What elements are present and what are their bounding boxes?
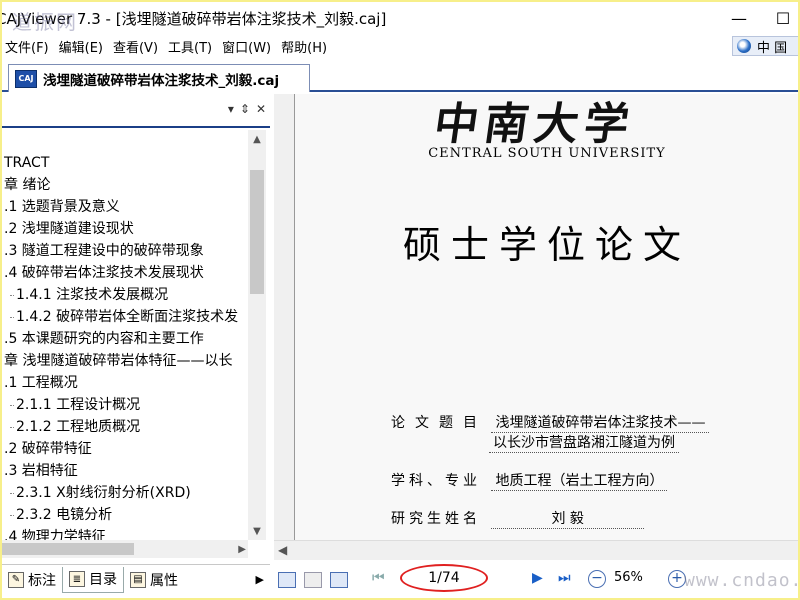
toc-item[interactable]: .1 工程概况 (2, 372, 248, 394)
tab-label: 属性 (150, 572, 178, 589)
toc-item[interactable]: .4 物理力学特征 (2, 526, 248, 540)
app-window: CAJViewer 7.3 - [浅埋隧道破碎带岩体注浆技术_刘毅.caj] 道… (2, 2, 798, 598)
document-view[interactable]: 中南大学 CENTRAL SOUTH UNIVERSITY 硕士学位论文 论文题… (274, 94, 798, 540)
field-label: 研究生姓名 (391, 511, 481, 527)
scroll-left-icon[interactable]: ◀ (278, 543, 287, 557)
globe-icon (737, 39, 751, 53)
university-name-en: CENTRAL SOUTH UNIVERSITY (428, 146, 666, 161)
toc-horizontal-scrollbar[interactable]: ▶ (2, 540, 248, 558)
language-label: 中 国 (757, 40, 788, 56)
field-value: 地质工程（岩土工程方向） (491, 470, 668, 491)
tab-properties[interactable]: ▤ 属性 (124, 567, 184, 593)
toc-item[interactable]: 1.4.1 注浆技术发展概况 (2, 284, 248, 306)
menu-file[interactable]: 文件(F) (2, 37, 54, 56)
document-tab[interactable]: CAJ 浅埋隧道破碎带岩体注浆技术_刘毅.caj (8, 64, 310, 92)
page-number-field[interactable]: 1/74 (400, 564, 488, 592)
menu-tools[interactable]: 工具(T) (163, 37, 217, 56)
panel-pin-icon[interactable]: ⇕ (240, 102, 250, 116)
tab-label: 目录 (89, 572, 117, 588)
document-page: 中南大学 CENTRAL SOUTH UNIVERSITY 硕士学位论文 论文题… (294, 94, 798, 540)
toc-item[interactable]: .1 选题背景及意义 (2, 196, 248, 218)
panel-header: ▾ ⇕ ✕ (2, 94, 270, 128)
major-row: 学科、专业 地质工程（岩土工程方向） (391, 470, 668, 491)
menu-edit[interactable]: 编辑(E) (54, 37, 108, 56)
toc-item[interactable]: TRACT (2, 152, 248, 174)
panel-tabs: ✎ 标注 ≣ 目录 ▤ 属性 ▶ (2, 564, 270, 594)
toc-item[interactable]: 1.4.2 破碎带岩体全断面注浆技术发 (2, 306, 248, 328)
language-button[interactable]: 中 国 (732, 36, 798, 56)
menu-bar: 文件(F) 编辑(E) 查看(V) 工具(T) 窗口(W) 帮助(H) 中 国 (2, 34, 798, 58)
single-page-view-icon[interactable] (278, 572, 296, 588)
menu-view[interactable]: 查看(V) (108, 37, 163, 56)
scroll-right-icon[interactable]: ▶ (238, 540, 246, 558)
thesis-type: 硕士学位论文 (402, 223, 691, 267)
menu-window[interactable]: 窗口(W) (217, 37, 276, 56)
tab-contents[interactable]: ≣ 目录 (62, 566, 124, 593)
next-page-icon[interactable]: ▶ (532, 570, 543, 586)
document-tab-label: 浅埋隧道破碎带岩体注浆技术_刘毅.caj (43, 72, 280, 89)
panel-close-icon[interactable]: ✕ (256, 102, 266, 116)
caj-file-icon: CAJ (15, 69, 37, 88)
pencil-icon: ✎ (8, 571, 24, 588)
first-page-icon[interactable]: ⏮ (372, 570, 385, 586)
toc-item[interactable]: .2 破碎带特征 (2, 438, 248, 460)
panel-tabs-arrow-icon[interactable]: ▶ (256, 573, 264, 586)
toc-item[interactable]: .2 浅埋隧道建设现状 (2, 218, 248, 240)
toc-item[interactable]: 2.3.2 电镜分析 (2, 504, 248, 526)
table-of-contents: TRACT 章 绪论 .1 选题背景及意义 .2 浅埋隧道建设现状 .3 隧道工… (2, 152, 248, 540)
author-row: 研究生姓名 刘 毅 (391, 508, 644, 529)
zoom-out-icon[interactable]: − (588, 570, 606, 588)
toc-item[interactable]: .3 隧道工程建设中的破碎带现象 (2, 240, 248, 262)
field-value: 刘 毅 (491, 508, 644, 529)
last-page-icon[interactable]: ⏭ (558, 570, 571, 586)
toc-item[interactable]: 2.3.1 X射线衍射分析(XRD) (2, 482, 248, 504)
continuous-view-icon[interactable] (304, 572, 322, 588)
minimize-icon[interactable]: — (716, 2, 762, 34)
scroll-up-icon[interactable]: ▲ (248, 130, 266, 148)
field-value: 浅埋隧道破碎带岩体注浆技术—— (491, 412, 710, 433)
zoom-level[interactable]: 56% (614, 570, 643, 585)
thesis-title-row-2: 以长沙市营盘路湘江隧道为例 (489, 432, 679, 453)
document-tab-strip: CAJ 浅埋隧道破碎带岩体注浆技术_刘毅.caj (2, 58, 798, 92)
scroll-down-icon[interactable]: ▼ (248, 522, 266, 540)
toc-item[interactable]: .5 本课题研究的内容和主要工作 (2, 328, 248, 350)
field-label: 论文题目 (391, 415, 487, 431)
university-logo: 中南大学 (430, 99, 638, 150)
document-horizontal-scrollbar[interactable]: ◀ (274, 540, 798, 560)
field-value: 以长沙市营盘路湘江隧道为例 (489, 432, 679, 453)
watermark-top: 道振网 (12, 10, 78, 34)
toc-item[interactable]: .4 破碎带岩体注浆技术发展现状 (2, 262, 248, 284)
navigation-panel: ▾ ⇕ ✕ TRACT 章 绪论 .1 选题背景及意义 .2 浅埋隧道建设现状 … (2, 94, 270, 564)
toc-icon: ≣ (69, 571, 85, 587)
two-page-view-icon[interactable] (330, 572, 348, 588)
maximize-icon[interactable]: ☐ (760, 2, 798, 34)
menu-help[interactable]: 帮助(H) (276, 37, 332, 56)
toc-item[interactable]: 章 绪论 (2, 174, 248, 196)
tab-label: 标注 (28, 572, 56, 589)
watermark-bottom: www.cndao.com (684, 570, 798, 591)
toc-vertical-scrollbar[interactable]: ▲ ▼ (248, 130, 266, 540)
thesis-title-row: 论文题目 浅埋隧道破碎带岩体注浆技术—— (391, 412, 710, 433)
toc-item[interactable]: 2.1.1 工程设计概况 (2, 394, 248, 416)
field-label: 学科、专业 (391, 473, 481, 489)
toc-item[interactable]: .3 岩相特征 (2, 460, 248, 482)
panel-menu-icon[interactable]: ▾ (228, 102, 234, 116)
page-number-value: 1/74 (428, 570, 460, 586)
properties-icon: ▤ (130, 571, 146, 588)
scroll-thumb[interactable] (250, 170, 264, 294)
toc-item[interactable]: 2.1.2 工程地质概况 (2, 416, 248, 438)
title-bar: CAJViewer 7.3 - [浅埋隧道破碎带岩体注浆技术_刘毅.caj] 道… (2, 2, 798, 34)
toc-item[interactable]: 章 浅埋隧道破碎带岩体特征——以长 (2, 350, 248, 372)
tab-annotations[interactable]: ✎ 标注 (2, 567, 62, 593)
scroll-thumb[interactable] (2, 543, 134, 555)
